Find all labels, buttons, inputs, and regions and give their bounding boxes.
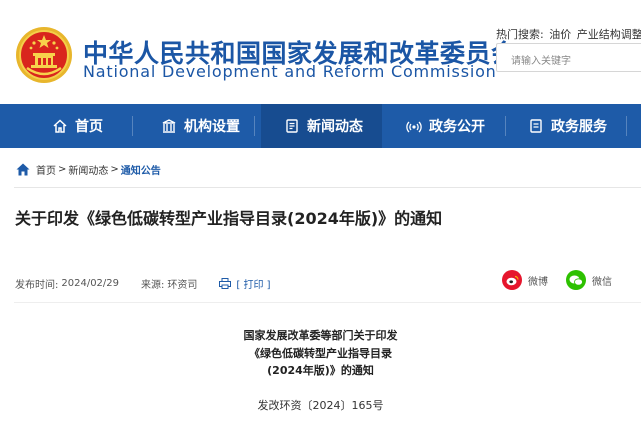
nav-item-services[interactable]: 政务服务 (528, 104, 607, 148)
divider (14, 302, 641, 303)
breadcrumb-separator: > (110, 164, 119, 175)
article-title: 关于印发《绿色低碳转型产业指导目录(2024年版)》的通知 (15, 209, 443, 228)
nav-item-label: 新闻动态 (307, 119, 363, 135)
building-icon (162, 119, 176, 133)
doc-heading-line1: 国家发展改革委等部门关于印发 (243, 329, 398, 342)
site-header: 中华人民共和国国家发展和改革委员会 National Development a… (0, 0, 641, 104)
source-label: 来源: (141, 280, 165, 291)
nav-item-label: 政务服务 (551, 119, 607, 135)
article-meta: 发布时间: 2024/02/29 来源: 环资司 [ 打印 ] (15, 276, 271, 291)
broadcast-icon (406, 121, 422, 133)
nav-item-government-affairs[interactable]: 政务公开 (406, 104, 485, 148)
printer-icon (219, 278, 232, 289)
breadcrumb-item-current[interactable]: 通知公告 (121, 162, 161, 177)
main-nav: 首页 机构设置 新闻动态 政务公开 政务服务 (0, 104, 641, 148)
weibo-label: 微博 (528, 276, 548, 288)
nav-item-label: 政务公开 (429, 119, 485, 135)
hot-search-link[interactable]: 产业结构调整指 (577, 28, 641, 41)
doc-number: 发改环资〔2024〕165号 (257, 399, 384, 412)
print-label: [ 打印 ] (236, 280, 271, 291)
breadcrumb-item-home[interactable]: 首页 (36, 162, 56, 177)
print-button[interactable]: [ 打印 ] (219, 276, 271, 291)
published-date: 2024/02/29 (61, 278, 120, 289)
wechat-label: 微信 (592, 276, 612, 288)
nav-divider (626, 116, 627, 136)
share-weibo[interactable]: 微博 (502, 270, 548, 290)
hot-search-link[interactable]: 油价 (549, 28, 571, 41)
doc-heading-line3: (2024年版)》的通知 (267, 364, 374, 377)
site-title-en[interactable]: National Development and Reform Commissi… (83, 62, 497, 81)
doc-heading-line2: 《绿色低碳转型产业指导目录 (249, 347, 392, 360)
nav-item-news[interactable]: 新闻动态 (261, 104, 382, 148)
breadcrumb-separator: > (58, 164, 67, 175)
nav-item-organization[interactable]: 机构设置 (161, 104, 240, 148)
news-icon (286, 119, 298, 133)
breadcrumb-item-news[interactable]: 新闻动态 (68, 162, 108, 177)
national-emblem-icon[interactable] (15, 26, 73, 84)
share-wechat[interactable]: 微信 (566, 270, 612, 290)
hot-search-label: 热门搜索: (496, 28, 544, 41)
breadcrumb: 首页 > 新闻动态 > 通知公告 (16, 162, 161, 177)
source-value: 环资司 (167, 280, 198, 291)
wechat-icon (566, 270, 586, 290)
nav-item-home[interactable]: 首页 (52, 104, 103, 148)
document-icon (530, 119, 542, 133)
weibo-icon (502, 270, 522, 290)
hot-search: 热门搜索: 油价 产业结构调整指 (496, 26, 641, 42)
home-icon (16, 163, 30, 176)
nav-divider (254, 116, 255, 136)
home-icon (53, 119, 67, 133)
search-input[interactable]: 请输入关键字 (496, 43, 641, 72)
nav-divider (505, 116, 506, 136)
divider (14, 187, 641, 188)
nav-divider (132, 116, 133, 136)
nav-item-label: 首页 (75, 119, 103, 135)
nav-item-label: 机构设置 (184, 119, 240, 135)
published-label: 发布时间: (15, 280, 59, 291)
